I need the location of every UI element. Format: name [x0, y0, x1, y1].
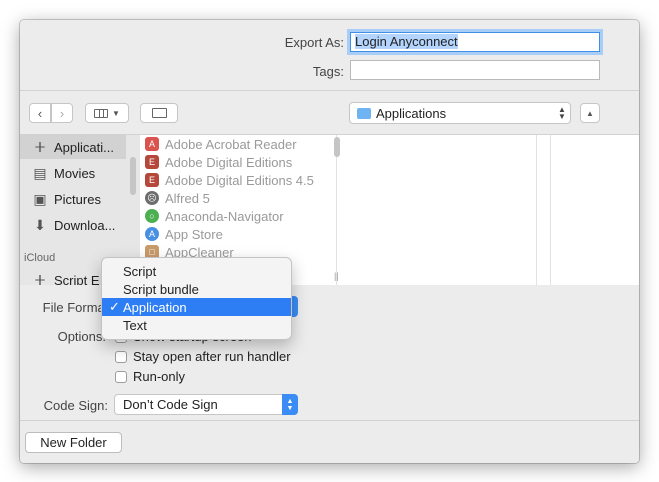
sidebar-item-label: Movies	[54, 165, 96, 181]
checkmark-icon: ✓	[109, 299, 120, 314]
app-icon: E	[145, 155, 159, 169]
download-icon: ⬇	[34, 216, 46, 233]
app-icon: ☹	[145, 191, 159, 205]
code-sign-popup[interactable]: Don’t Code Sign ▲ ▼	[114, 394, 298, 415]
sidebar-item-movies[interactable]: ▤ Movies	[20, 161, 126, 185]
tags-label: Tags:	[312, 64, 344, 79]
film-icon: ▤	[33, 164, 47, 181]
menu-item-script-bundle[interactable]: Script bundle	[102, 280, 291, 298]
list-item[interactable]: A Adobe Acrobat Reader	[145, 135, 297, 153]
new-folder-button[interactable]: New Folder	[25, 432, 122, 453]
camera-icon: ▣	[33, 190, 47, 207]
folder-plus-icon	[151, 108, 167, 118]
menu-item-label: Application	[123, 299, 187, 315]
chevron-right-icon: ›	[59, 105, 65, 121]
list-item[interactable]: ☹ Alfred 5	[145, 189, 210, 207]
folder-icon	[357, 107, 371, 119]
list-item[interactable]: ○ Anaconda-Navigator	[145, 207, 284, 225]
updown-icon: ▲▼	[558, 105, 566, 121]
save-dialog: Export As: Login Anyconnect Tags: ‹ › ▼ …	[20, 20, 639, 463]
list-item[interactable]: E Adobe Digital Editions	[145, 153, 292, 171]
sidebar-item-downloads[interactable]: ⬇ Downloa...	[20, 213, 126, 237]
menu-item-script[interactable]: Script	[102, 262, 291, 280]
sidebar-item-label: Downloa...	[54, 217, 116, 233]
empty-column	[550, 135, 639, 285]
stay-open-checkbox[interactable]	[115, 350, 127, 363]
app-icon: A	[145, 137, 159, 151]
run-only-checkbox-row[interactable]: Run-only	[115, 369, 185, 384]
chevron-left-icon: ‹	[37, 105, 43, 121]
sidebar-item-label: Applicati...	[54, 139, 114, 155]
export-as-field[interactable]: Login Anyconnect	[350, 32, 600, 52]
menu-item-text[interactable]: Text	[102, 316, 291, 334]
app-icon: E	[145, 173, 159, 187]
code-sign-label: Code Sign:	[43, 398, 108, 413]
run-only-checkbox[interactable]	[115, 370, 127, 383]
sidebar-scrollbar[interactable]	[130, 157, 136, 195]
new-folder-toolbar-button[interactable]	[140, 103, 178, 123]
menu-item-application[interactable]: ✓ Application	[102, 298, 291, 316]
code-sign-value: Don’t Code Sign	[123, 397, 218, 412]
list-item[interactable]: A App Store	[145, 225, 223, 243]
preview-column	[336, 135, 537, 285]
chevron-up-icon: ▲	[586, 108, 594, 118]
view-mode-button[interactable]: ▼	[85, 103, 129, 123]
checkbox-label: Run-only	[133, 369, 186, 384]
file-format-menu: Script Script bundle ✓ Application Text	[101, 257, 292, 340]
forward-button[interactable]: ›	[51, 103, 73, 123]
file-format-label: File Format:	[42, 300, 112, 315]
sidebar-item-applications[interactable]: ⵜ Applicati...	[20, 135, 126, 159]
app-icon: ○	[145, 209, 159, 223]
stay-open-checkbox-row[interactable]: Stay open after run handler	[115, 349, 291, 364]
header-divider	[20, 90, 639, 91]
app-icon: A	[145, 227, 159, 241]
back-button[interactable]: ‹	[29, 103, 51, 123]
footer-divider	[20, 420, 639, 421]
applications-icon: ⵜ	[34, 138, 46, 155]
chevron-down-icon: ▼	[112, 108, 120, 118]
collapse-button[interactable]: ▲	[580, 103, 600, 123]
updown-icon: ▲▼	[282, 394, 298, 415]
sidebar-item-pictures[interactable]: ▣ Pictures	[20, 187, 126, 211]
export-as-label: Export As:	[284, 35, 344, 50]
options-label: Options:	[57, 329, 106, 344]
export-as-value: Login Anyconnect	[355, 34, 458, 49]
checkbox-label: Stay open after run handler	[133, 349, 291, 364]
location-label: Applications	[376, 105, 447, 121]
sidebar-section-icloud: iCloud	[24, 252, 56, 264]
sidebar-item-label: Pictures	[54, 191, 101, 207]
tags-field[interactable]	[350, 60, 600, 80]
location-popup[interactable]: Applications ▲ ▼	[349, 102, 571, 124]
columns-icon	[94, 108, 109, 118]
list-item[interactable]: E Adobe Digital Editions 4.5	[145, 171, 314, 189]
